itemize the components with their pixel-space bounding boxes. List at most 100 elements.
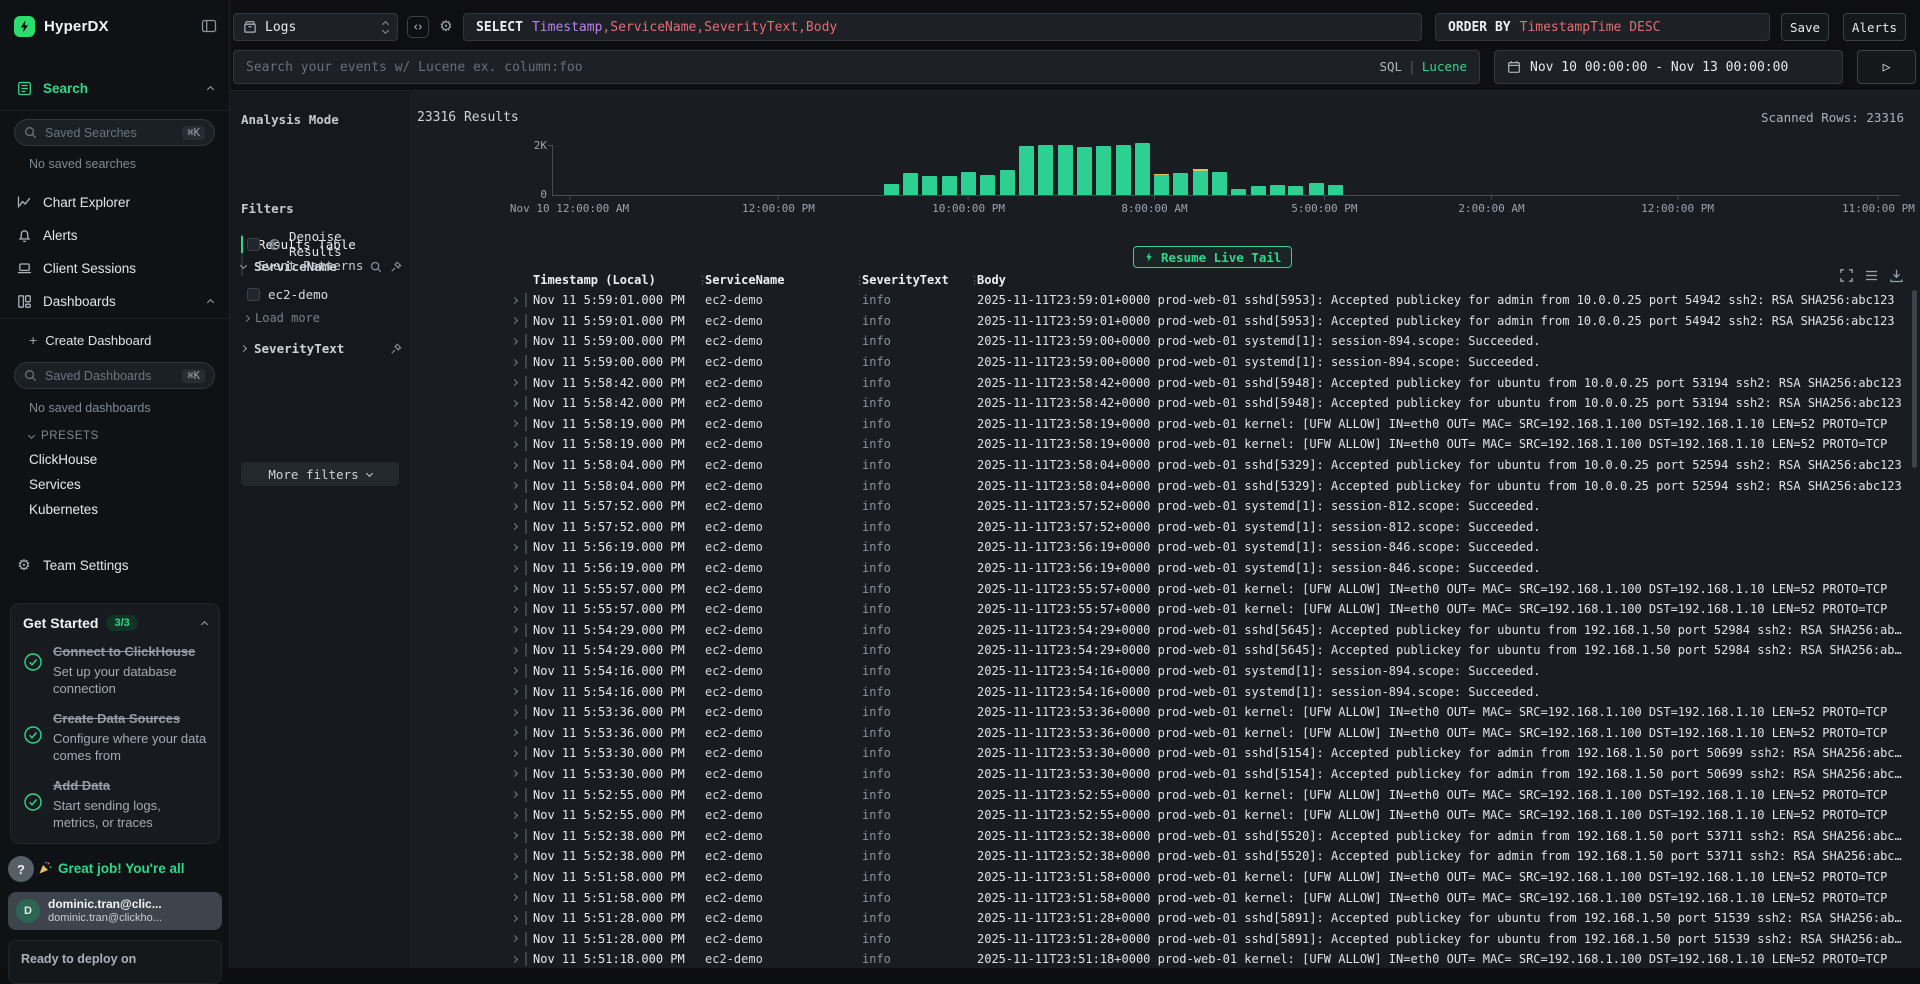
row-expand-chevron-icon[interactable] (512, 318, 525, 323)
log-row[interactable]: Nov 11 5:54:16.000 PM ec2-demo info 2025… (512, 661, 1910, 682)
row-expand-chevron-icon[interactable] (512, 771, 525, 776)
row-expand-chevron-icon[interactable] (512, 689, 525, 694)
row-expand-chevron-icon[interactable] (512, 545, 525, 550)
saved-searches-input[interactable]: Saved Searches ⌘K (14, 119, 215, 146)
events-histogram[interactable]: 2K 0 (552, 145, 1900, 196)
log-row[interactable]: Nov 11 5:58:19.000 PM ec2-demo info 2025… (512, 434, 1910, 455)
log-row[interactable]: Nov 11 5:58:19.000 PM ec2-demo info 2025… (512, 414, 1910, 435)
deploy-banner[interactable]: Ready to deploy on (8, 940, 222, 984)
sidebar-item-alerts[interactable]: Alerts (0, 220, 229, 250)
log-row[interactable]: Nov 11 5:59:01.000 PM ec2-demo info 2025… (512, 311, 1910, 332)
histogram-bar[interactable] (1077, 147, 1092, 195)
chevron-down-icon[interactable] (240, 262, 247, 269)
histogram-bar[interactable] (884, 184, 899, 195)
row-expand-chevron-icon[interactable] (512, 833, 525, 838)
resume-live-tail-button[interactable]: Resume Live Tail (1133, 246, 1292, 268)
column-header-timestamp[interactable]: Timestamp (Local) (533, 273, 705, 287)
row-expand-chevron-icon[interactable] (512, 442, 525, 447)
saved-dashboards-input[interactable]: Saved Dashboards ⌘K (14, 362, 215, 389)
histogram-bar[interactable] (1212, 172, 1227, 195)
log-row[interactable]: Nov 11 5:59:01.000 PM ec2-demo info 2025… (512, 290, 1910, 311)
alerts-button[interactable]: Alerts (1843, 13, 1906, 41)
log-row[interactable]: Nov 11 5:56:19.000 PM ec2-demo info 2025… (512, 558, 1910, 579)
get-started-header[interactable]: Get Started 3/3 (23, 615, 207, 631)
severitytext-group-label[interactable]: SeverityText (254, 341, 382, 356)
row-expand-chevron-icon[interactable] (512, 854, 525, 859)
get-started-step[interactable]: Create Data Sources Configure where your… (23, 711, 207, 765)
row-expand-chevron-icon[interactable] (512, 298, 525, 303)
service-checkbox[interactable] (247, 288, 260, 301)
row-expand-chevron-icon[interactable] (512, 957, 525, 962)
preset-dashboard-link[interactable]: Kubernetes (29, 502, 98, 517)
row-expand-chevron-icon[interactable] (512, 813, 525, 818)
row-expand-chevron-icon[interactable] (512, 874, 525, 879)
histogram-bar[interactable] (1154, 175, 1169, 195)
column-resize-handle[interactable]: ⋮ (969, 274, 980, 287)
preset-dashboard-link[interactable]: ClickHouse (29, 452, 97, 467)
histogram-bar[interactable] (1173, 173, 1188, 195)
log-row[interactable]: Nov 11 5:58:04.000 PM ec2-demo info 2025… (512, 475, 1910, 496)
run-query-button[interactable]: ▷ (1857, 50, 1916, 84)
log-row[interactable]: Nov 11 5:58:42.000 PM ec2-demo info 2025… (512, 393, 1910, 414)
sidebar-item-client-sessions[interactable]: Client Sessions (0, 253, 229, 283)
sidebar-collapse-icon[interactable] (201, 18, 217, 34)
column-header-body[interactable]: ⋮Body (977, 273, 1910, 287)
presets-toggle[interactable]: PRESETS (29, 430, 99, 442)
log-row[interactable]: Nov 11 5:51:58.000 PM ec2-demo info 2025… (512, 867, 1910, 888)
log-row[interactable]: Nov 11 5:55:57.000 PM ec2-demo info 2025… (512, 578, 1910, 599)
row-expand-chevron-icon[interactable] (512, 504, 525, 509)
log-row[interactable]: Nov 11 5:57:52.000 PM ec2-demo info 2025… (512, 517, 1910, 538)
log-row[interactable]: Nov 11 5:52:55.000 PM ec2-demo info 2025… (512, 784, 1910, 805)
histogram-bar[interactable] (1193, 171, 1208, 195)
row-expand-chevron-icon[interactable] (512, 792, 525, 797)
row-expand-chevron-icon[interactable] (512, 339, 525, 344)
log-row[interactable]: Nov 11 5:53:36.000 PM ec2-demo info 2025… (512, 702, 1910, 723)
log-row[interactable]: Nov 11 5:51:28.000 PM ec2-demo info 2025… (512, 908, 1910, 929)
histogram-bar[interactable] (942, 176, 957, 195)
log-row[interactable]: Nov 11 5:58:04.000 PM ec2-demo info 2025… (512, 455, 1910, 476)
log-row[interactable]: Nov 11 5:52:38.000 PM ec2-demo info 2025… (512, 846, 1910, 867)
sidebar-item-dashboards[interactable]: Dashboards (0, 286, 229, 316)
row-expand-chevron-icon[interactable] (512, 916, 525, 921)
row-expand-chevron-icon[interactable] (512, 730, 525, 735)
log-row[interactable]: Nov 11 5:59:00.000 PM ec2-demo info 2025… (512, 352, 1910, 373)
column-header-severitytext[interactable]: ⋮SeverityText (862, 273, 977, 287)
language-sql-option[interactable]: SQL (1379, 59, 1402, 74)
sidebar-item-team-settings[interactable]: ⚙ Team Settings (0, 550, 229, 580)
histogram-bar[interactable] (1288, 186, 1303, 195)
source-settings-button[interactable]: ⚙ (435, 15, 457, 37)
row-expand-chevron-icon[interactable] (512, 360, 525, 365)
column-resize-handle[interactable]: ⋮ (697, 274, 708, 287)
row-expand-chevron-icon[interactable] (512, 607, 525, 612)
chevron-right-icon[interactable] (240, 345, 247, 352)
log-row[interactable]: Nov 11 5:51:18.000 PM ec2-demo info 2025… (512, 949, 1910, 968)
create-dashboard-button[interactable]: + Create Dashboard (29, 332, 151, 348)
histogram-bar[interactable] (1270, 185, 1285, 195)
histogram-bar[interactable] (961, 172, 976, 195)
event-search-input[interactable] (246, 60, 1369, 75)
sidebar-item-search[interactable]: Search (0, 74, 229, 102)
load-more-row[interactable]: Load more (244, 311, 320, 325)
column-header-servicename[interactable]: ⋮ServiceName (705, 273, 862, 287)
code-view-button[interactable] (407, 16, 429, 38)
row-expand-chevron-icon[interactable] (512, 483, 525, 488)
row-expand-chevron-icon[interactable] (512, 668, 525, 673)
language-lucene-option[interactable]: Lucene (1422, 59, 1467, 74)
log-row[interactable]: Nov 11 5:54:29.000 PM ec2-demo info 2025… (512, 640, 1910, 661)
row-expand-chevron-icon[interactable] (512, 627, 525, 632)
save-button[interactable]: Save (1781, 13, 1829, 41)
get-started-step[interactable]: Add Data Start sending logs, metrics, or… (23, 778, 207, 832)
row-expand-chevron-icon[interactable] (512, 463, 525, 468)
service-value-label[interactable]: ec2-demo (268, 287, 328, 302)
help-button[interactable]: ? (8, 856, 34, 882)
log-row[interactable]: Nov 11 5:54:16.000 PM ec2-demo info 2025… (512, 681, 1910, 702)
histogram-bar[interactable] (1058, 145, 1073, 195)
row-expand-chevron-icon[interactable] (512, 421, 525, 426)
histogram-bar[interactable] (1135, 143, 1150, 195)
histogram-bar[interactable] (980, 175, 995, 195)
log-row[interactable]: Nov 11 5:53:30.000 PM ec2-demo info 2025… (512, 764, 1910, 785)
histogram-bar[interactable] (1019, 146, 1034, 195)
histogram-bar[interactable] (1231, 189, 1246, 195)
log-row[interactable]: Nov 11 5:54:29.000 PM ec2-demo info 2025… (512, 620, 1910, 641)
histogram-bar[interactable] (1309, 183, 1324, 195)
